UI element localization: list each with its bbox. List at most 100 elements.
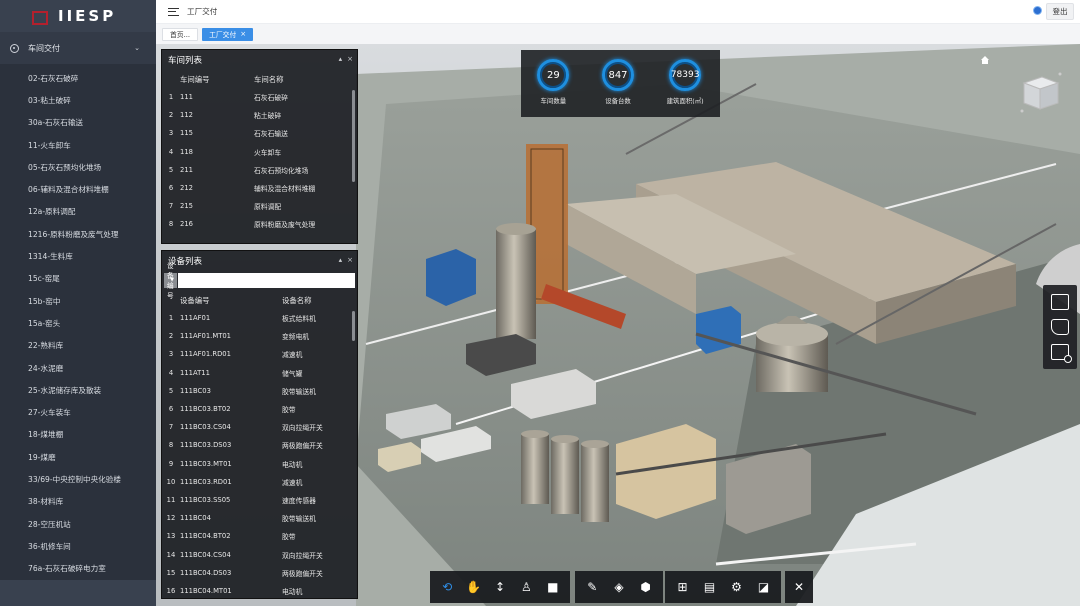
sidebar-item[interactable]: 06-辅料及混合材料堆棚	[0, 178, 156, 200]
table-row[interactable]: 7 215 原料调配	[162, 197, 357, 215]
row-code: 115	[180, 129, 193, 138]
table-row[interactable]: 14 111BC04.CS04 双向拉绳开关	[162, 545, 357, 563]
sidebar-item[interactable]: 33/69-中央控制中央化验楼	[0, 468, 156, 490]
zoom-vertical-icon[interactable]: ↕	[490, 577, 510, 597]
monitor-icon[interactable]	[1051, 293, 1069, 310]
table-row[interactable]: 12 111BC04 胶带输送机	[162, 509, 357, 527]
sidebar-item[interactable]: 27-火车装车	[0, 401, 156, 423]
walk-person-icon[interactable]: ♙	[516, 577, 536, 597]
equipment-panel-header: 设备列表 ▴ ×	[162, 251, 357, 271]
sidebar-group-workshop-delivery[interactable]: 车间交付 ⌄	[0, 32, 156, 64]
camera-icon[interactable]: ■	[543, 577, 563, 597]
sidebar-item[interactable]: 1314-生料库	[0, 245, 156, 267]
table-row[interactable]: 16 111BC04.MT01 电动机	[162, 582, 357, 600]
sidebar-item[interactable]: 28-空压机站	[0, 513, 156, 535]
pan-hand-icon[interactable]: ✋	[464, 577, 484, 597]
collapse-icon[interactable]: ▴	[339, 256, 343, 264]
sidebar-item[interactable]: 11-火车卸车	[0, 134, 156, 156]
table-row[interactable]: 5 111BC03 胶带输送机	[162, 382, 357, 400]
close-icon[interactable]: ×	[347, 256, 353, 264]
workshop-panel-title: 车间列表	[168, 56, 203, 66]
scrollbar[interactable]	[352, 90, 355, 182]
table-row[interactable]: 10 111BC03.RD01 减速机	[162, 473, 357, 491]
home-view-icon[interactable]	[980, 55, 990, 65]
model-tree-icon[interactable]: ⊞	[673, 577, 693, 597]
sidebar-item[interactable]: 25-水泥储存库及散装	[0, 379, 156, 401]
table-row[interactable]: 6 111BC03.BT02 胶带	[162, 400, 357, 418]
tab-factory-delivery[interactable]: 工厂交付 ×	[202, 27, 254, 41]
sidebar-item[interactable]: 19-煤磨	[0, 446, 156, 468]
sidebar-item[interactable]: 12a-原料调配	[0, 201, 156, 223]
equipment-table: 设备编号 设备名称 1 111AF01 板式给料机 2 111AF01.MT01 变频电机…	[162, 291, 357, 600]
stat-label: 建筑面积(㎡)	[666, 97, 704, 105]
table-row[interactable]: 9 111BC03.MT01 电动机	[162, 455, 357, 473]
row-name: 板式给料机	[282, 315, 316, 324]
inspect-icon[interactable]	[1051, 318, 1069, 335]
table-row[interactable]: 15 111BC04.DS03 两极跑偏开关	[162, 564, 357, 582]
sidebar-item[interactable]: 15c-窑尾	[0, 268, 156, 290]
menu-toggle-icon[interactable]	[168, 7, 179, 16]
table-row[interactable]: 4 118 火车卸车	[162, 143, 357, 161]
search-field-select[interactable]: 设备编号 ▼	[164, 262, 177, 300]
logout-button[interactable]: 登出	[1046, 3, 1074, 20]
sidebar-item[interactable]: 38-材料库	[0, 491, 156, 513]
table-row[interactable]: 6 212 辅料及混合材料堆棚	[162, 179, 357, 197]
table-row[interactable]: 1 111 石灰石破碎	[162, 88, 357, 106]
row-code: 111BC04.DS03	[180, 568, 232, 577]
row-name: 电动机	[282, 460, 303, 469]
collapse-icon[interactable]: ▴	[339, 55, 343, 63]
section-box-icon[interactable]: ◈	[609, 577, 629, 597]
sidebar-item[interactable]: 22-熟料库	[0, 335, 156, 357]
sidebar-item[interactable]: 36-机修车间	[0, 535, 156, 557]
table-row[interactable]: 3 115 石灰石输送	[162, 124, 357, 142]
table-row[interactable]: 13 111BC04.BT02 胶带	[162, 527, 357, 545]
workshop-table: 车间编号 车间名称 1 111 石灰石破碎 2 112 粘土破碎 3 115 石灰石输送 4 118…	[162, 70, 357, 234]
table-row[interactable]: 3 111AF01.RD01 减速机	[162, 345, 357, 363]
orbit-icon[interactable]: ⟲	[437, 577, 457, 597]
sidebar-item[interactable]: 1216-原料粉磨及废气处理	[0, 223, 156, 245]
fullscreen-icon[interactable]: ◪	[754, 577, 774, 597]
scrollbar[interactable]	[352, 311, 355, 341]
sidebar-item[interactable]: 76a-石灰石破碎电力室	[0, 558, 156, 580]
search-input[interactable]	[178, 272, 355, 288]
workshop-list-panel: 车间列表 ▴ × 车间编号 车间名称 1 111 石灰石破碎 2 112 粘土破碎 3 115…	[161, 49, 358, 244]
sidebar-item[interactable]: 15a-窑头	[0, 312, 156, 334]
language-icon[interactable]	[1033, 6, 1042, 15]
row-code: 118	[180, 147, 193, 156]
logo-mark-icon	[32, 10, 48, 25]
sidebar-item[interactable]: 05-石灰石预均化堆场	[0, 156, 156, 178]
chevron-down-icon: ⌄	[134, 44, 140, 52]
table-row[interactable]: 4 111AT11 储气罐	[162, 364, 357, 382]
table-row[interactable]: 8 216 原料粉磨及废气处理	[162, 215, 357, 233]
sidebar-item[interactable]: 24-水泥磨	[0, 357, 156, 379]
table-row[interactable]: 5 211 石灰石预均化堆场	[162, 161, 357, 179]
table-row[interactable]: 11 111BC03.SS05 速度传感器	[162, 491, 357, 509]
explode-icon[interactable]: ⬢	[636, 577, 656, 597]
table-row[interactable]: 2 112 粘土破碎	[162, 106, 357, 124]
sidebar-item[interactable]: 18-煤堆棚	[0, 424, 156, 446]
row-code: 215	[180, 202, 193, 211]
row-index: 4	[168, 147, 174, 156]
row-name: 火车卸车	[254, 148, 282, 157]
view-cube-icon[interactable]	[1018, 71, 1064, 115]
close-icon[interactable]: ✕	[789, 577, 809, 597]
sidebar-item[interactable]: 30a-石灰石输送	[0, 112, 156, 134]
settings-gear-icon[interactable]: ⚙	[727, 577, 747, 597]
search-detail-icon[interactable]	[1051, 344, 1072, 364]
sidebar-item[interactable]: 02-石灰石破碎	[0, 67, 156, 89]
table-row[interactable]: 7 111BC03.CS04 双向拉绳开关	[162, 418, 357, 436]
row-code: 111BC04	[180, 514, 211, 523]
table-row[interactable]: 1 111AF01 板式给料机	[162, 309, 357, 327]
row-code: 111BC03.RD01	[180, 477, 232, 486]
measure-ruler-icon[interactable]: ✎	[582, 577, 602, 597]
measure-toolbar: ✎ ◈ ⬢	[575, 571, 663, 603]
table-row[interactable]: 8 111BC03.DS03 两极跑偏开关	[162, 436, 357, 454]
tab-close-icon[interactable]: ×	[240, 30, 246, 38]
properties-icon[interactable]: ▤	[700, 577, 720, 597]
sidebar-item[interactable]: 15b-窑中	[0, 290, 156, 312]
column-header: 车间编号	[180, 74, 210, 84]
tab-home[interactable]: 首页...	[162, 27, 199, 41]
sidebar-item[interactable]: 03-粘土破碎	[0, 89, 156, 111]
table-row[interactable]: 2 111AF01.MT01 变频电机	[162, 327, 357, 345]
close-icon[interactable]: ×	[347, 55, 353, 63]
